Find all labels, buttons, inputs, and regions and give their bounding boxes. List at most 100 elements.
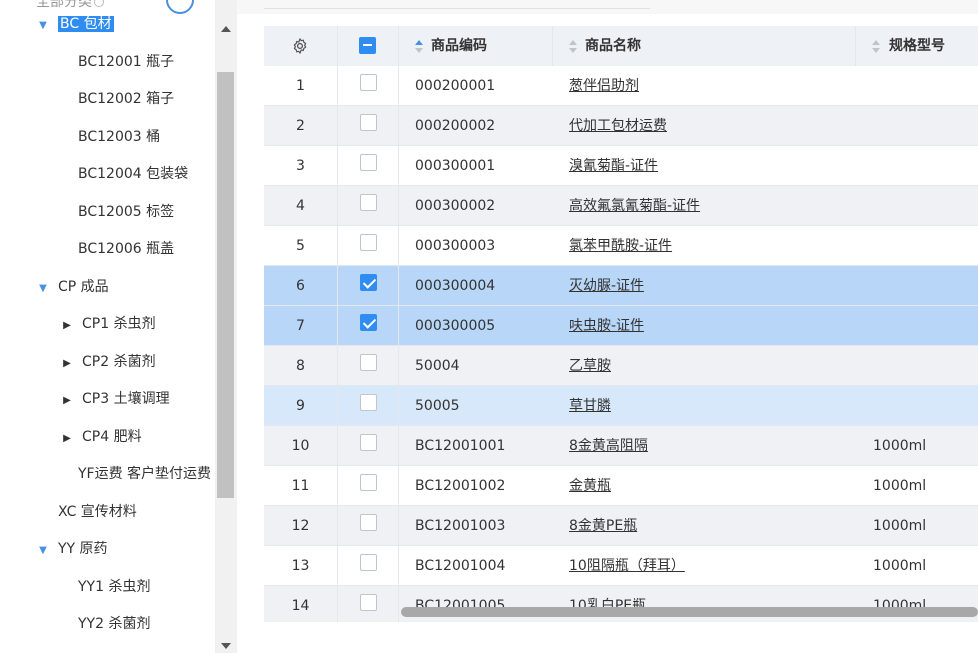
- tree-node[interactable]: ▼ CP 成品: [36, 274, 109, 300]
- product-name-link[interactable]: 溴氰菊酯-证件: [569, 146, 849, 186]
- row-checkbox[interactable]: [360, 434, 377, 451]
- product-name-link[interactable]: 乙草胺: [569, 346, 849, 386]
- product-name-link[interactable]: 氯苯甲酰胺-证件: [569, 226, 849, 266]
- sort-icon[interactable]: [569, 40, 577, 54]
- product-name-link[interactable]: 8金黄高阻隔: [569, 426, 849, 466]
- row-checkbox[interactable]: [360, 354, 377, 371]
- row-select-cell: [338, 506, 399, 546]
- table-row[interactable]: 5 000300003 氯苯甲酰胺-证件: [264, 226, 978, 266]
- header-settings-cell: [264, 26, 338, 66]
- column-header-spec-label: 规格型号: [889, 38, 945, 54]
- tree-node[interactable]: BC12004 包装袋: [64, 161, 188, 187]
- table-row[interactable]: 13 BC12001004 10阻隔瓶（拜耳） 1000ml: [264, 546, 978, 586]
- tree-root-label[interactable]: 全部分类: [36, 0, 104, 10]
- table-row[interactable]: 3 000300001 溴氰菊酯-证件: [264, 146, 978, 186]
- table-row[interactable]: 6 000300004 灭幼脲-证件: [264, 266, 978, 306]
- product-name-link[interactable]: 代加工包材运费: [569, 106, 849, 146]
- caret-right-icon[interactable]: ▶: [60, 388, 74, 414]
- tree-scrollbar-thumb[interactable]: [217, 72, 234, 498]
- tree-node[interactable]: BC12005 标签: [64, 199, 174, 225]
- tree-node[interactable]: YY2 杀菌剂: [64, 611, 150, 637]
- table-row[interactable]: 8 50004 乙草胺: [264, 346, 978, 386]
- table-row[interactable]: 4 000300002 高效氟氯氰菊酯-证件: [264, 186, 978, 226]
- tree-node-label: BC12003 桶: [78, 128, 161, 145]
- row-checkbox[interactable]: [360, 74, 377, 91]
- sort-icon[interactable]: [872, 40, 880, 54]
- row-select-cell: [338, 306, 399, 346]
- tree-node[interactable]: ▶ CP3 土壤调理: [60, 386, 169, 414]
- product-name-link[interactable]: 高效氟氯氰菊酯-证件: [569, 186, 849, 226]
- scroll-down-arrow-icon[interactable]: [221, 643, 231, 649]
- table-row[interactable]: 10 BC12001001 8金黄高阻隔 1000ml: [264, 426, 978, 466]
- product-code: 000200002: [415, 118, 496, 134]
- row-checkbox[interactable]: [360, 514, 377, 531]
- product-name-link[interactable]: 草甘膦: [569, 386, 849, 426]
- row-select-cell: [338, 466, 399, 506]
- row-checkbox[interactable]: [360, 154, 377, 171]
- tree-node[interactable]: ▼ BC 包材: [36, 11, 114, 37]
- row-select-cell: [338, 146, 399, 186]
- tree-node[interactable]: BC12001 瓶子: [64, 49, 174, 75]
- tree-node-label: BC 包材: [58, 16, 114, 32]
- sort-icon[interactable]: [415, 40, 423, 54]
- product-code: 50004: [415, 358, 460, 374]
- tree-node-label: XC 宣传材料: [58, 503, 137, 520]
- tree-node[interactable]: YF运费 客户垫付运费: [64, 461, 211, 487]
- row-checkbox[interactable]: [360, 274, 377, 291]
- row-checkbox[interactable]: [360, 474, 377, 491]
- row-checkbox[interactable]: [360, 554, 377, 571]
- product-name-link[interactable]: 8金黄PE瓶: [569, 506, 849, 546]
- info-icon: [94, 0, 104, 7]
- table-row[interactable]: 7 000300005 呋虫胺-证件: [264, 306, 978, 346]
- tree-node[interactable]: BC12006 瓶盖: [64, 236, 174, 262]
- tree-node-label: BC12004 包装袋: [78, 166, 189, 182]
- tree-node-label: BC12001 瓶子: [78, 53, 175, 70]
- collapse-all-button[interactable]: [166, 0, 194, 14]
- tree-node[interactable]: YY1 杀虫剂: [64, 574, 150, 600]
- category-tree: 全部分类 ▼ BC 包材 BC12001 瓶子 BC12002 箱子 BC12003 桶…: [0, 0, 215, 653]
- tree-node[interactable]: ▶ CP1 杀虫剂: [60, 311, 155, 339]
- row-checkbox[interactable]: [360, 594, 377, 611]
- tree-node[interactable]: BC12003 桶: [64, 124, 160, 150]
- table-row[interactable]: 2 000200002 代加工包材运费: [264, 106, 978, 146]
- tree-node[interactable]: ▶ CP4 肥料: [60, 424, 141, 452]
- caret-right-icon[interactable]: ▶: [60, 351, 74, 377]
- table-row[interactable]: 11 BC12001002 金黄瓶 1000ml: [264, 466, 978, 506]
- tree-scrollbar[interactable]: [215, 0, 237, 653]
- product-name-link[interactable]: 呋虫胺-证件: [569, 306, 849, 346]
- scroll-up-arrow-icon[interactable]: [221, 26, 231, 32]
- caret-right-icon[interactable]: ▶: [60, 313, 74, 339]
- tree-node[interactable]: XC 宣传材料: [44, 499, 137, 525]
- grid-horizontal-scrollbar[interactable]: [401, 607, 978, 617]
- row-checkbox[interactable]: [360, 194, 377, 211]
- row-checkbox[interactable]: [360, 114, 377, 131]
- product-code: 000300004: [415, 278, 496, 294]
- caret-down-icon[interactable]: ▼: [36, 538, 50, 564]
- product-spec: [873, 226, 978, 266]
- caret-right-icon[interactable]: ▶: [60, 426, 74, 452]
- product-code: 50005: [415, 398, 460, 414]
- row-index: 5: [264, 226, 338, 266]
- select-all-checkbox[interactable]: [359, 37, 376, 54]
- tree-node[interactable]: BC12002 箱子: [64, 86, 174, 112]
- product-spec: [873, 146, 978, 186]
- column-header-name[interactable]: 商品名称: [553, 26, 856, 66]
- tree-node-label: BC12006 瓶盖: [78, 241, 175, 257]
- product-name-link[interactable]: 金黄瓶: [569, 466, 849, 506]
- caret-down-icon[interactable]: ▼: [36, 276, 50, 302]
- gear-icon[interactable]: [291, 37, 309, 55]
- table-row[interactable]: 12 BC12001003 8金黄PE瓶 1000ml: [264, 506, 978, 546]
- table-row[interactable]: 9 50005 草甘膦: [264, 386, 978, 426]
- table-row[interactable]: 1 000200001 葱伴侣助剂: [264, 66, 978, 106]
- column-header-code[interactable]: 商品编码: [399, 26, 553, 66]
- row-checkbox[interactable]: [360, 314, 377, 331]
- tree-node[interactable]: ▶ CP2 杀菌剂: [60, 349, 155, 377]
- row-checkbox[interactable]: [360, 234, 377, 251]
- caret-down-icon[interactable]: ▼: [36, 13, 50, 39]
- product-name-link[interactable]: 葱伴侣助剂: [569, 66, 849, 106]
- product-name-link[interactable]: 10阻隔瓶（拜耳）: [569, 546, 849, 586]
- tree-node[interactable]: ▼ YY 原药: [36, 536, 107, 564]
- product-name-link[interactable]: 灭幼脲-证件: [569, 266, 849, 306]
- row-checkbox[interactable]: [360, 394, 377, 411]
- column-header-spec[interactable]: 规格型号: [856, 26, 978, 66]
